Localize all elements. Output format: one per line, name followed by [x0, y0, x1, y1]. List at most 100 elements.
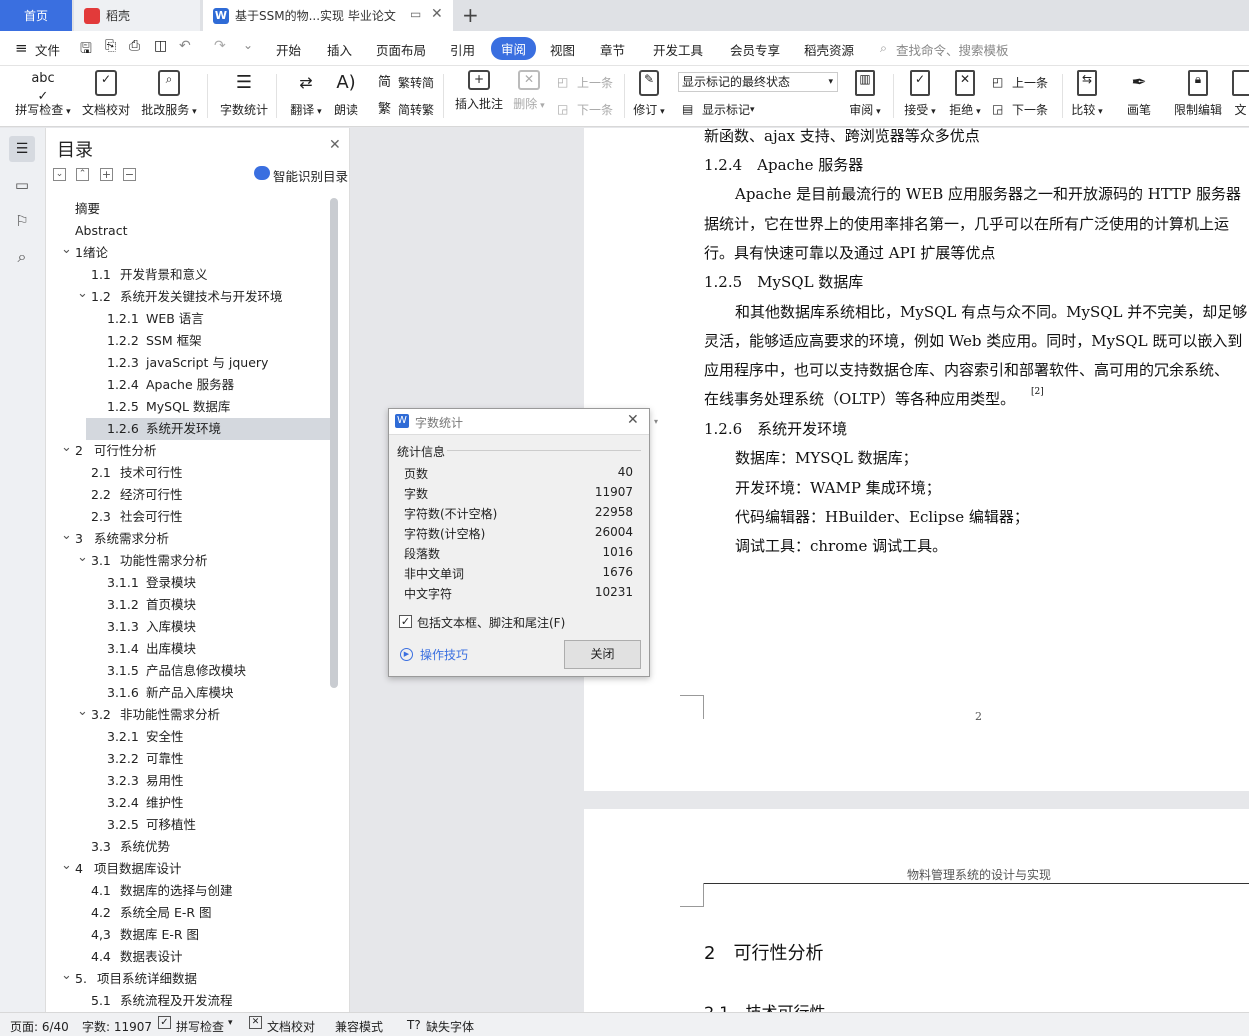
toc-item[interactable]: 4.4 数据表设计 — [46, 946, 330, 968]
toc-item[interactable]: 3.1.5 产品信息修改模块 — [46, 660, 330, 682]
toc-item[interactable]: 4,3 数据库 E-R 图 — [46, 924, 330, 946]
toc-item[interactable]: 4.1 数据库的选择与创建 — [46, 880, 330, 902]
doc-check-button[interactable]: ✓ 文档校对 — [80, 70, 132, 118]
toc-item[interactable]: 1.1 开发背景和意义 — [46, 264, 330, 286]
track-changes-button[interactable]: ✎ 修订 ▾ — [632, 70, 666, 118]
toc-item[interactable]: ⌄ 3 系统需求分析 — [46, 528, 330, 550]
expand-all-icon[interactable]: + — [100, 168, 113, 181]
chevron-down-icon[interactable]: ⌄ — [61, 525, 72, 547]
close-button[interactable]: 关闭 — [564, 640, 641, 669]
undo-icon[interactable]: ↶ — [179, 38, 191, 54]
page-indicator[interactable]: 页面: 6/40 — [10, 1018, 69, 1035]
toc-item[interactable]: 1.2.3 javaScript 与 jquery — [46, 352, 330, 374]
preview-icon[interactable]: ◫ — [154, 38, 167, 54]
chevron-down-icon[interactable]: ⌄ — [61, 437, 72, 459]
toc-item[interactable]: 1.2.1 WEB 语言 — [46, 308, 330, 330]
toc-item[interactable]: ⌄ 1.2 系统开发关键技术与开发环境 — [46, 286, 330, 308]
tab-document[interactable]: W 基于SSM的物...实现 毕业论文 ▭ ✕ — [203, 0, 453, 31]
tab-daoke[interactable]: 稻壳 — [74, 0, 200, 31]
show-markup-button[interactable]: ▤ 显示标记 ▾ — [682, 101, 755, 118]
export-icon[interactable]: ⎘ — [105, 38, 116, 54]
compare-button[interactable]: ⇆ 比较 ▾ — [1070, 70, 1104, 118]
toc-item[interactable]: 2.2 经济可行性 — [46, 484, 330, 506]
toc-pane-icon[interactable]: ☰ — [9, 136, 35, 162]
chevron-down-icon[interactable]: ⌄ — [61, 855, 72, 877]
dialog-titlebar[interactable]: W 字数统计 ✕ — [389, 409, 649, 435]
toc-scrollbar[interactable] — [330, 198, 338, 688]
spell-check-button[interactable]: abc ✓ 拼写检查 ▾ — [12, 70, 74, 118]
menu-daoke-resources[interactable]: 稻壳资源 — [804, 40, 854, 59]
pen-button[interactable]: ✒ 画笔 — [1124, 70, 1154, 118]
toc-item[interactable]: 3.2.2 可靠性 — [46, 748, 330, 770]
tab-home[interactable]: 首页 — [0, 0, 72, 31]
toc-item[interactable]: 3.2.5 可移植性 — [46, 814, 330, 836]
toc-item[interactable]: 4.2 系统全局 E-R 图 — [46, 902, 330, 924]
reject-button[interactable]: ✕ 拒绝 ▾ — [948, 70, 982, 118]
toc-item[interactable]: 3.1.6 新产品入库模块 — [46, 682, 330, 704]
expand-level-icon[interactable]: ⌄ — [53, 168, 66, 181]
missing-font-status[interactable]: 缺失字体 — [426, 1018, 474, 1035]
menu-review[interactable]: 审阅 — [491, 37, 537, 60]
accept-button[interactable]: ✓ 接受 ▾ — [903, 70, 937, 118]
toc-item[interactable]: ⌄ 2 可行性分析 — [46, 440, 330, 462]
menu-member[interactable]: 会员专享 — [730, 40, 780, 59]
restrict-edit-button[interactable]: 🔒︎ 限制编辑 — [1172, 70, 1224, 118]
toc-item[interactable]: ⌄ 1绪论 — [46, 242, 330, 264]
chevron-down-icon[interactable]: ⌄ — [61, 239, 72, 261]
bookmark-icon[interactable]: ⚐ — [9, 208, 35, 234]
toc-item[interactable]: 2.3 社会可行性 — [46, 506, 330, 528]
collapse-level-icon[interactable]: ⌃ — [76, 168, 89, 181]
toc-item[interactable]: 3.1.3 入库模块 — [46, 616, 330, 638]
command-search[interactable]: 查找命令、搜索模板 — [896, 40, 1009, 59]
menu-chapter[interactable]: 章节 — [600, 40, 625, 59]
close-icon[interactable]: ✕ — [329, 137, 341, 153]
new-tab-icon[interactable]: + — [462, 3, 479, 27]
chevron-down-icon[interactable]: ⌄ — [77, 701, 88, 723]
menu-insert[interactable]: 插入 — [327, 40, 352, 59]
toc-item[interactable]: 1.2.4 Apache 服务器 — [46, 374, 330, 396]
toc-item[interactable]: ⌄ 3.1 功能性需求分析 — [46, 550, 330, 572]
menu-reference[interactable]: 引用 — [450, 40, 475, 59]
chevron-down-icon[interactable]: ⌄ — [77, 547, 88, 569]
search-icon[interactable]: ⌕ — [9, 244, 35, 270]
read-aloud-button[interactable]: A) 朗读 — [331, 70, 361, 118]
include-label[interactable]: 包括文本框、脚注和尾注(F) — [417, 614, 565, 631]
spell-check-status[interactable]: 拼写检查 — [176, 1018, 224, 1035]
navigation-icon[interactable]: ▭ — [9, 172, 35, 198]
toc-item[interactable]: ⌄ 5. 项目系统详细数据 — [46, 968, 330, 990]
print-icon[interactable]: ⎙ — [129, 38, 140, 54]
word-count-indicator[interactable]: 字数: 11907 — [82, 1018, 152, 1035]
toc-item[interactable]: 1.2.2 SSM 框架 — [46, 330, 330, 352]
toc-item[interactable]: 3.3 系统优势 — [46, 836, 330, 858]
batch-service-button[interactable]: ⌕ 批改服务 ▾ — [140, 70, 198, 118]
chevron-down-icon[interactable]: ⌄ — [61, 965, 72, 987]
word-count-button[interactable]: ☰ 字数统计 — [218, 70, 270, 118]
menu-view[interactable]: 视图 — [550, 40, 575, 59]
toc-item[interactable]: 3.1.1 登录模块 — [46, 572, 330, 594]
toc-item[interactable]: Abstract — [46, 220, 330, 242]
translate-button[interactable]: ⇄ 翻译 ▾ — [287, 70, 325, 118]
collapse-all-icon[interactable]: − — [123, 168, 136, 181]
toc-item[interactable]: 3.2.4 维护性 — [46, 792, 330, 814]
toc-item[interactable]: 1.2.5 MySQL 数据库 — [46, 396, 330, 418]
toc-item[interactable]: 3.2.3 易用性 — [46, 770, 330, 792]
close-icon[interactable]: ✕ — [627, 412, 639, 428]
toc-item[interactable]: ⌄ 4 项目数据库设计 — [46, 858, 330, 880]
next-comment-button[interactable]: ◲ 下一条 — [557, 101, 613, 118]
chevron-down-icon[interactable]: ⌄ — [77, 283, 88, 305]
redo-icon[interactable]: ↷ — [214, 38, 226, 54]
prev-change-button[interactable]: ◰ 上一条 — [992, 74, 1048, 91]
menu-start[interactable]: 开始 — [276, 40, 301, 59]
toc-item[interactable]: 3.1.4 出库模块 — [46, 638, 330, 660]
prev-comment-button[interactable]: ◰ 上一条 — [557, 74, 613, 91]
toc-item[interactable]: 5.1 系统流程及开发流程 — [46, 990, 330, 1012]
next-change-button[interactable]: ◲ 下一条 — [992, 101, 1048, 118]
chevron-down-icon[interactable]: ▾ — [228, 1018, 233, 1028]
include-checkbox[interactable]: ✓ — [399, 615, 412, 628]
close-tab-icon[interactable]: ✕ — [431, 6, 443, 22]
simp-to-trad-button[interactable]: 繁简转繁 — [378, 101, 434, 118]
insert-comment-button[interactable]: + 插入批注 — [452, 70, 506, 112]
toc-item[interactable]: 摘要 — [46, 198, 330, 220]
doc-check-status[interactable]: 文档校对 — [267, 1018, 315, 1035]
menu-layout[interactable]: 页面布局 — [376, 40, 426, 59]
